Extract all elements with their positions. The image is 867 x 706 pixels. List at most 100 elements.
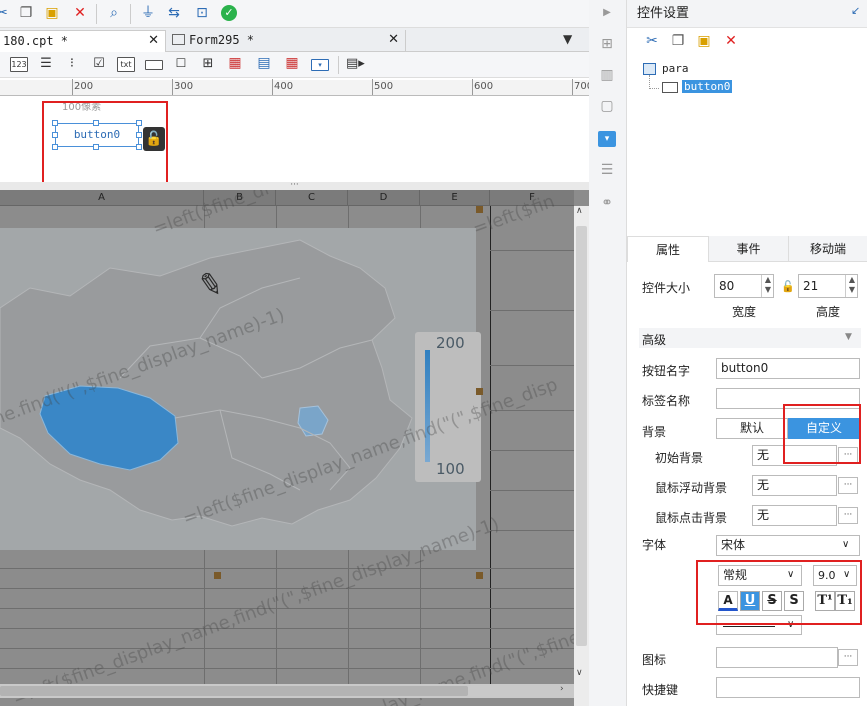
initial-bg-label: 初始背景 [655,451,704,465]
close-icon[interactable]: ✕ [148,31,159,51]
shortcut-input[interactable] [716,677,860,698]
parameter-pane[interactable]: 100像素 button0 🔓 [0,96,589,189]
background-label: 背景 [642,425,667,439]
frame-icon[interactable]: ▢ [598,98,616,114]
highlight-box [42,101,168,189]
column-header-e[interactable]: E [420,190,490,206]
cut-icon[interactable]: ✂ [644,33,660,49]
ruler-label: 500 [374,81,394,92]
widget-icon[interactable]: ▥ [598,67,616,83]
tree-widget-icon[interactable]: ⊞ [199,57,217,72]
delete-icon[interactable]: ✕ [72,5,88,21]
tab-form295[interactable]: Form295 * ✕ [168,30,406,52]
checkbox-group-icon[interactable]: ☑ [90,57,108,72]
delete-icon[interactable]: ✕ [723,33,739,49]
report-sheet[interactable]: A B C D E F ✎ 200 100 =left($fine_di =le… [0,190,589,706]
swap-icon[interactable]: ⇆ [166,5,182,21]
tree-node-button0[interactable]: button0 [682,80,733,93]
main-toolbar: ✂ ❐ ▣ ✕ ⌕ ⏚ ⇆ ⊡ ✓ [0,0,589,28]
lock-icon[interactable]: 🔓 [781,280,795,293]
tab-events[interactable]: 事件 [709,236,789,262]
collapse-right-icon[interactable]: ▶ [598,5,616,21]
highlight-box [696,560,862,625]
widget-settings-panel: 控件设置 ↙ ✂ ❐ ▣ ✕ para button0 属性 事件 移动端 控件… [627,0,867,706]
tab-list-icon[interactable]: ▼ [563,32,572,46]
ruler-tick [172,79,173,95]
tab-180-cpt[interactable]: 180.cpt * ✕ [0,30,166,52]
grid-line [490,530,574,531]
copy-icon[interactable]: ❐ [18,5,34,21]
tab-mobile[interactable]: 移动端 [789,236,867,262]
table-widget-icon[interactable]: ▤ [255,56,273,72]
checkbox-widget-icon[interactable]: ☐ [172,57,190,72]
click-bg-input[interactable]: 无 [752,505,837,526]
tree-node-para[interactable]: para [662,62,689,75]
preview-icon[interactable]: ⌕ [106,5,122,21]
height-label: 高度 [816,305,841,319]
width-stepper[interactable]: ▲ ▼ [761,275,774,297]
horizontal-scrollbar[interactable]: › [0,684,574,698]
grid-line [490,250,574,251]
background-default-option[interactable]: 默认 [716,418,788,439]
icon-ellipsis-button[interactable]: ··· [838,649,858,666]
chevron-down-icon[interactable]: ∨ [842,539,849,550]
hover-bg-input[interactable]: 无 [752,475,837,496]
resize-handle[interactable] [476,388,483,395]
radio-group-icon[interactable]: ⁝ [63,57,81,72]
pin-icon[interactable]: ↙ [851,4,860,17]
pane-divider[interactable]: ··· [0,181,589,190]
widget-settings-icon[interactable]: ▾ [598,131,616,147]
tree-connector [649,75,650,89]
advanced-section-header[interactable]: 高级 ▼ [639,328,861,348]
check-icon[interactable]: ✓ [221,5,237,21]
toolbar-separator [338,56,339,74]
ruler-label: 400 [274,81,294,92]
hover-bg-ellipsis-button[interactable]: ··· [838,477,858,494]
time-widget-icon[interactable]: ▦ [283,56,301,72]
height-stepper[interactable]: ▲ ▼ [845,275,858,297]
text-widget-icon[interactable]: txt [117,57,135,72]
vertical-scrollbar[interactable]: ∧ ∨ [574,206,589,706]
collapse-icon[interactable]: ▼ [845,332,852,342]
button-name-label: 按钮名字 [642,364,691,378]
font-label: 字体 [642,538,667,552]
scroll-up-icon[interactable]: ∧ [576,206,583,216]
tag-name-label: 标签名称 [642,394,691,408]
column-header-d[interactable]: D [348,190,420,206]
resize-handle[interactable] [476,572,483,579]
width-label: 宽度 [732,305,757,319]
paste-icon[interactable]: ▣ [44,5,60,21]
grid-line [490,310,574,311]
dropdown-widget-icon[interactable]: ▾ [311,59,329,71]
tab-properties[interactable]: 属性 [627,236,709,262]
scroll-right-icon[interactable]: › [560,684,564,694]
button-name-input[interactable]: button0 [716,358,860,379]
zoom-icon[interactable]: ⊡ [194,5,210,21]
font-family-select[interactable]: 宋体 [716,535,860,556]
scroll-down-icon[interactable]: ∨ [576,668,583,678]
scrollbar-thumb[interactable] [0,686,468,696]
date-widget-icon[interactable]: ▦ [226,56,244,72]
paste-icon[interactable]: ▣ [696,33,712,49]
grid-line [490,490,574,491]
layout-icon[interactable]: ⊞ [598,36,616,52]
column-header-a[interactable]: A [0,190,204,206]
resize-handle[interactable] [476,206,483,213]
close-icon[interactable]: ✕ [388,30,399,50]
link-icon[interactable]: ⚭ [598,195,616,211]
scrollbar-thumb[interactable] [576,226,587,646]
resize-handle[interactable] [214,572,221,579]
cut-icon[interactable]: ✂ [0,5,10,21]
copy-icon[interactable]: ❐ [670,33,686,49]
list-icon[interactable]: ☰ [598,162,616,178]
icon-input[interactable] [716,647,838,668]
legend-gradient-bar [425,350,430,462]
ruler-tick [372,79,373,95]
column-header-c[interactable]: C [276,190,348,206]
number-widget-icon[interactable]: 123 [10,57,28,72]
plugin-icon[interactable]: ⏚ [140,5,156,21]
click-bg-ellipsis-button[interactable]: ··· [838,507,858,524]
textarea-widget-icon[interactable]: ☰ [37,57,55,72]
more-widgets-icon[interactable]: ▤▸ [346,57,365,72]
password-widget-icon[interactable] [145,60,163,70]
